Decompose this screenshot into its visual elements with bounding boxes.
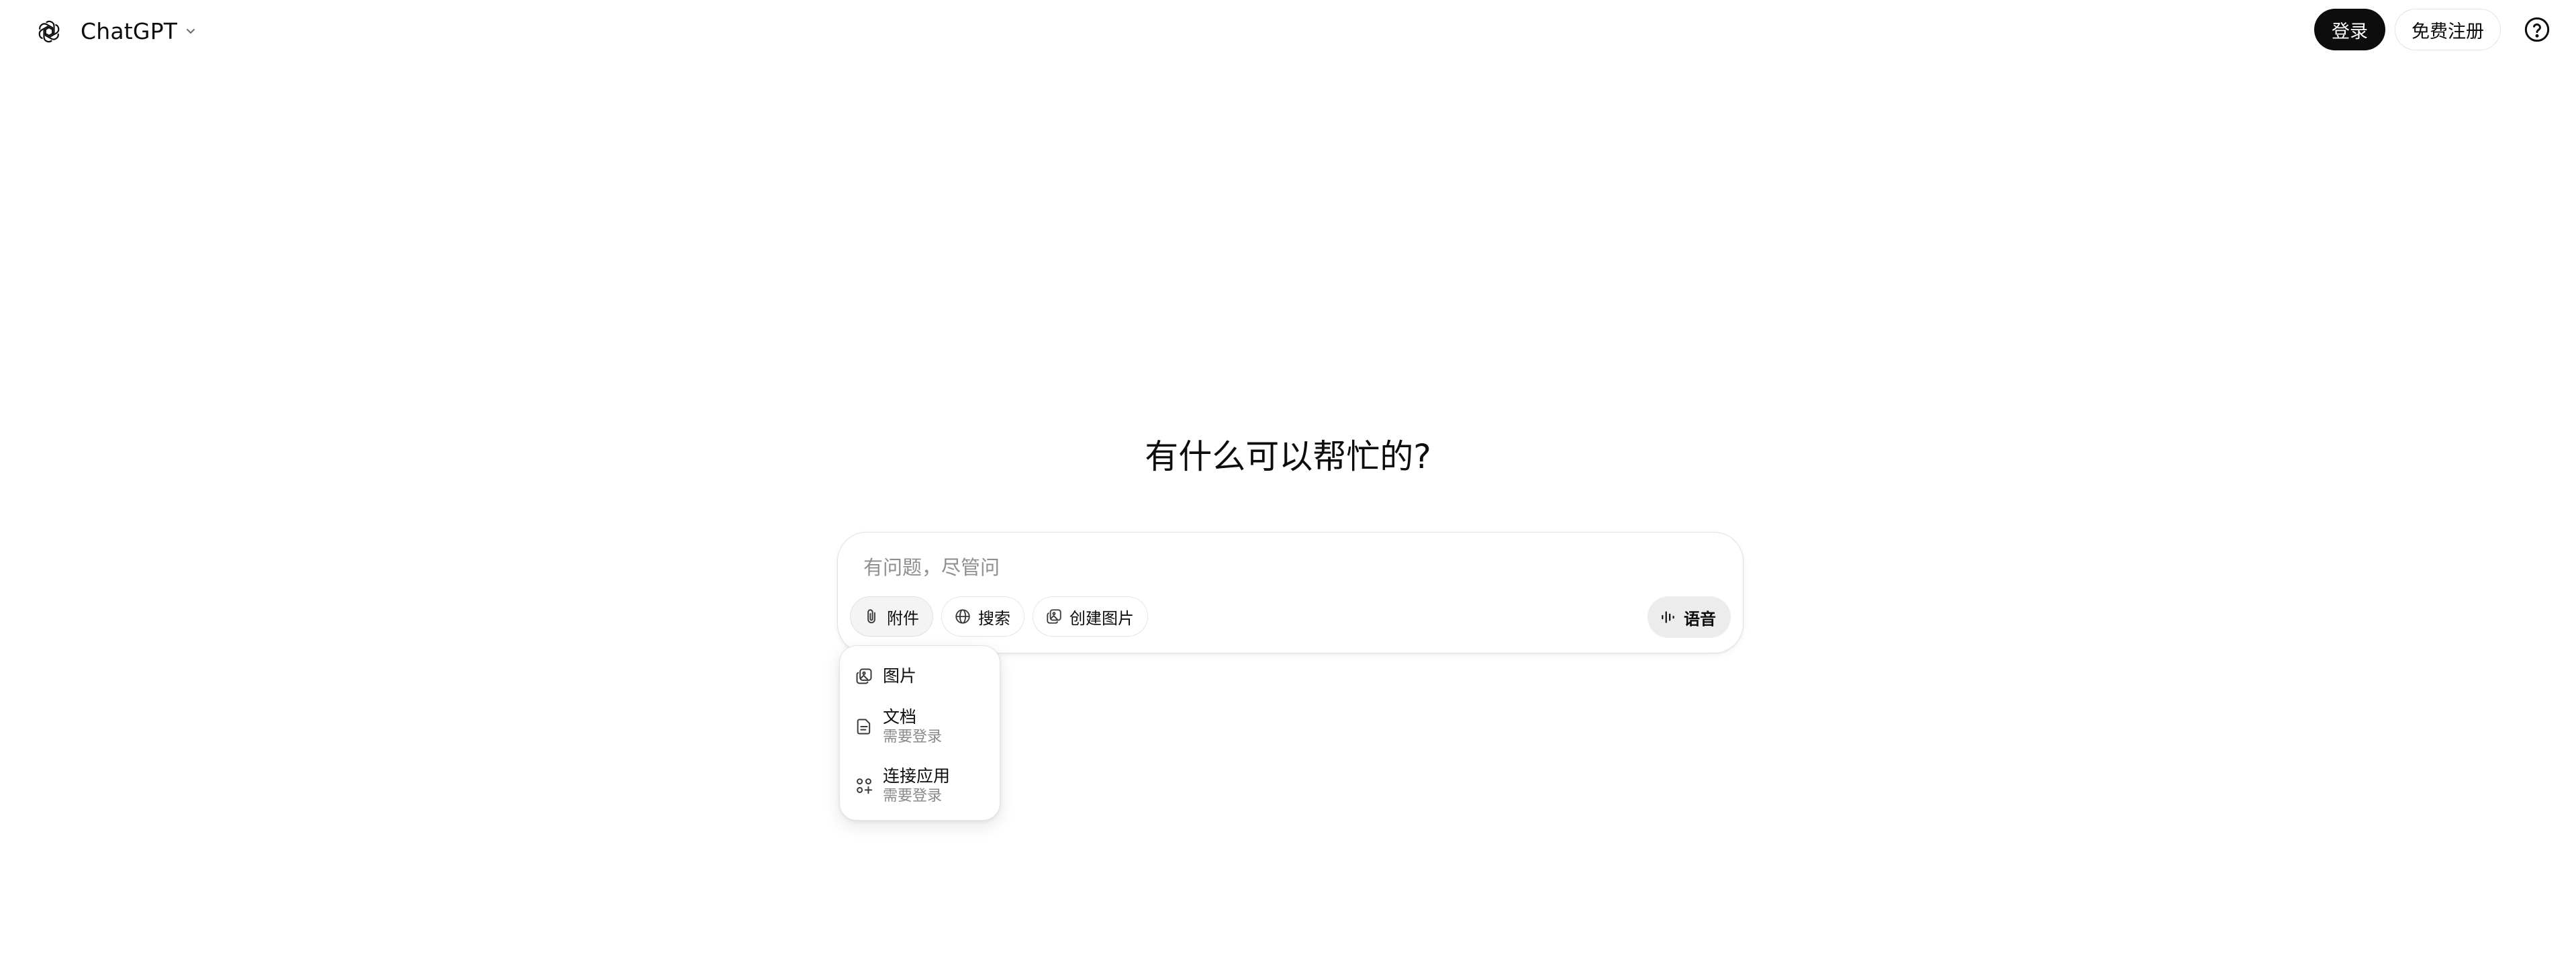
menu-item-text: 文档 需要登录 bbox=[883, 707, 942, 746]
create-image-label: 创建图片 bbox=[1069, 609, 1134, 628]
model-switcher-button[interactable]: ChatGPT bbox=[71, 9, 208, 52]
attach-button[interactable]: 附件 bbox=[850, 596, 933, 637]
image-create-icon bbox=[1044, 606, 1064, 627]
image-icon bbox=[853, 666, 875, 687]
menu-item-label: 连接应用 bbox=[883, 766, 951, 786]
menu-item-document[interactable]: 文档 需要登录 bbox=[845, 697, 994, 756]
apps-grid-icon bbox=[853, 775, 875, 796]
search-button[interactable]: 搜索 bbox=[941, 596, 1024, 637]
help-circle-icon[interactable] bbox=[2518, 11, 2556, 48]
attach-menu: 图片 文档 需要登录 连接应用 需要登录 bbox=[839, 645, 1000, 821]
menu-item-connect-apps[interactable]: 连接应用 需要登录 bbox=[845, 756, 994, 815]
openai-logo-icon[interactable] bbox=[35, 17, 63, 46]
document-icon bbox=[853, 716, 875, 737]
menu-item-image[interactable]: 图片 bbox=[845, 655, 994, 697]
signup-button[interactable]: 免费注册 bbox=[2395, 9, 2501, 50]
menu-item-label: 图片 bbox=[883, 666, 917, 686]
voice-label: 语音 bbox=[1684, 610, 1716, 629]
header-actions: 登录 免费注册 bbox=[2314, 9, 2556, 50]
menu-item-text: 图片 bbox=[883, 666, 916, 686]
menu-item-sublabel: 需要登录 bbox=[883, 728, 943, 745]
composer-tools: 附件 搜索 创建图片 bbox=[850, 596, 1148, 637]
voice-button[interactable]: 语音 bbox=[1648, 596, 1731, 638]
voice-wave-icon bbox=[1658, 607, 1678, 627]
login-button[interactable]: 登录 bbox=[2314, 9, 2385, 50]
menu-item-sublabel: 需要登录 bbox=[883, 787, 943, 805]
create-image-button[interactable]: 创建图片 bbox=[1033, 596, 1148, 637]
globe-icon bbox=[953, 606, 973, 627]
menu-item-text: 连接应用 需要登录 bbox=[883, 766, 950, 805]
top-bar: ChatGPT 登录 免费注册 bbox=[0, 0, 2576, 62]
search-label: 搜索 bbox=[978, 609, 1010, 628]
paperclip-icon bbox=[861, 606, 881, 627]
prompt-input[interactable] bbox=[862, 547, 1668, 588]
model-name: ChatGPT bbox=[81, 17, 178, 44]
menu-item-label: 文档 bbox=[883, 706, 917, 727]
chevron-down-icon bbox=[184, 24, 199, 38]
attach-label: 附件 bbox=[887, 609, 919, 628]
prompt-composer: 附件 搜索 创建图片 bbox=[837, 532, 1744, 653]
page-title: 有什么可以帮忙的? bbox=[1145, 437, 1431, 476]
